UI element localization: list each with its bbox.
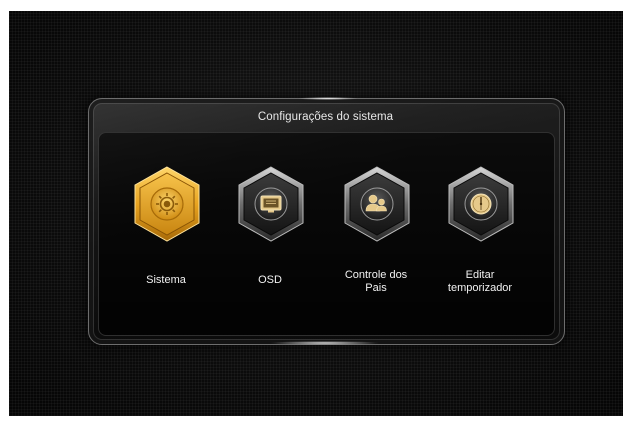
- menu-item-osd[interactable]: OSD: [222, 166, 318, 326]
- menu-item-label: Sistema: [146, 274, 186, 286]
- page-title: Configurações do sistema: [257, 111, 394, 123]
- hex-button-editar-temporizador: [448, 166, 514, 242]
- hex-button-sistema: [134, 166, 200, 242]
- panel-glow-top: [298, 97, 358, 100]
- menu-item-controle-dos-pais[interactable]: Controle dos Pais: [328, 166, 424, 326]
- panel-glow-bottom: [270, 341, 380, 345]
- menu-item-label: OSD: [258, 274, 282, 286]
- menu-item-label: Controle dos Pais: [344, 269, 408, 294]
- menu-item-label: Editar temporizador: [447, 269, 513, 294]
- menu-item-editar-temporizador[interactable]: Editar temporizador: [432, 166, 528, 326]
- hex-button-controle-dos-pais: [344, 166, 410, 242]
- hex-button-osd: [238, 166, 304, 242]
- clock-icon: [470, 193, 492, 215]
- monitor-icon: [260, 195, 282, 213]
- menu-item-sistema[interactable]: Sistema: [118, 166, 214, 326]
